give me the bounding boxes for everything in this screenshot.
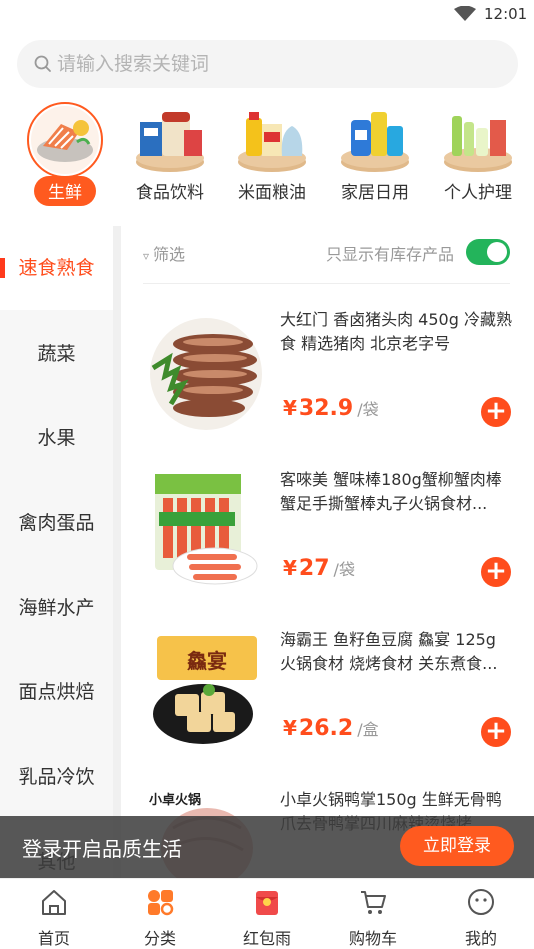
sidebar-item-label: 蔬菜 — [37, 343, 76, 365]
product-title: 大红门 香卤猪头肉 450g 冷藏熟食 精选猪肉 北京老字号 — [280, 310, 512, 353]
sidebar-item-label: 速食熟食 — [18, 257, 95, 279]
in-stock-toggle[interactable] — [466, 239, 510, 265]
salmon-icon — [27, 102, 103, 178]
add-to-cart-button[interactable]: + — [481, 397, 511, 427]
tab-home[interactable]: 首页 — [14, 887, 94, 949]
product-image — [143, 468, 269, 594]
product-title: 客唻美 蟹味棒180g蟹柳蟹肉棒蟹足手撕蟹棒丸子火锅食材... — [280, 470, 502, 513]
drinks-icon — [132, 102, 208, 178]
tab-label: 购物车 — [348, 929, 397, 948]
sidebar-item-label: 乳品冷饮 — [18, 766, 95, 788]
product-image: 鱻宴 — [143, 628, 269, 754]
currency-symbol: ¥ — [283, 556, 297, 580]
search-input[interactable] — [57, 40, 497, 88]
wifi-icon — [454, 6, 476, 21]
sidebar-divider — [113, 226, 121, 878]
product-price: ¥32.9/袋 — [283, 396, 379, 421]
login-banner-text: 登录开启品质生活 — [22, 837, 182, 861]
price-value: 32.9 — [298, 396, 354, 421]
red-envelope-icon — [256, 891, 278, 915]
category-personal-care[interactable]: 个人护理 — [428, 102, 528, 203]
app-screen: 12:01 生鲜 — [0, 0, 534, 949]
sidebar-item-label: 海鲜水产 — [18, 597, 95, 619]
product-title: 海霸王 鱼籽鱼豆腐 鱻宴 125g 火锅食材 烧烤食材 关东煮食... — [280, 630, 498, 673]
divider — [143, 283, 510, 284]
personal-care-icon — [440, 102, 516, 178]
status-bar: 12:01 — [0, 0, 534, 30]
product-card[interactable]: 大红门 香卤猪头肉 450g 冷藏熟食 精选猪肉 北京老字号 ¥32.9/袋 + — [143, 308, 515, 468]
tab-cart[interactable]: 购物车 — [333, 887, 413, 949]
product-price: ¥27/袋 — [283, 556, 355, 581]
profile-icon — [468, 889, 494, 915]
tab-category[interactable]: 分类 — [120, 887, 200, 949]
sidebar-item-fruit[interactable]: 水果 — [0, 396, 113, 480]
funnel-icon: ▿ — [143, 249, 150, 263]
grain-oil-icon — [234, 102, 310, 178]
price-value: 26.2 — [298, 716, 354, 741]
add-to-cart-button[interactable]: + — [481, 557, 511, 587]
category-grain-oil[interactable]: 米面粮油 — [222, 102, 322, 203]
toggle-knob — [487, 242, 507, 262]
currency-symbol: ¥ — [283, 396, 297, 420]
price-unit: /盒 — [357, 720, 379, 739]
category-label: 生鲜 — [34, 176, 96, 206]
seafood-brand-text: 鱻宴 — [187, 649, 227, 673]
price-unit: /袋 — [333, 560, 355, 579]
category-food-drinks[interactable]: 食品饮料 — [120, 102, 220, 203]
household-icon — [337, 102, 413, 178]
login-button[interactable]: 立即登录 — [400, 826, 514, 866]
category-label: 家居日用 — [341, 183, 409, 203]
login-banner: 登录开启品质生活 立即登录 — [0, 816, 534, 878]
sidebar-item-dairy[interactable]: 乳品冷饮 — [0, 735, 113, 819]
duck-brand-text: 小卓火锅 — [149, 792, 201, 808]
sidebar-item-label: 面点烘焙 — [18, 681, 95, 703]
filter-button[interactable]: ▿ 筛选 — [143, 241, 185, 265]
sidebar-item-vegetables[interactable]: 蔬菜 — [0, 312, 113, 396]
in-stock-label: 只显示有库存产品 — [326, 245, 455, 264]
sidebar-item-poultry-eggs[interactable]: 禽肉蛋品 — [0, 481, 113, 565]
search-icon — [34, 55, 51, 72]
active-indicator — [0, 258, 5, 278]
category-label: 个人护理 — [444, 183, 512, 203]
tab-label: 红包雨 — [242, 929, 291, 948]
sidebar-item-instant-food[interactable]: 速食熟食 — [0, 226, 113, 310]
sidebar-item-label: 禽肉蛋品 — [18, 512, 95, 534]
sidebar-item-bakery[interactable]: 面点烘焙 — [0, 650, 113, 734]
category-label: 食品饮料 — [136, 183, 204, 203]
bottom-tab-bar: 首页 分类 红包雨 购物车 我的 — [0, 878, 534, 949]
sidebar-item-label: 水果 — [37, 427, 76, 449]
tab-label: 首页 — [37, 929, 70, 948]
status-time: 12:01 — [484, 5, 528, 23]
cart-icon — [361, 891, 386, 914]
product-card[interactable]: 客唻美 蟹味棒180g蟹柳蟹肉棒蟹足手撕蟹棒丸子火锅食材... ¥27/袋 + — [143, 468, 515, 628]
tab-red-envelope[interactable]: 红包雨 — [227, 887, 307, 949]
product-card[interactable]: 鱻宴 海霸王 鱼籽鱼豆腐 鱻宴 125g 火锅食材 烧烤食材 关东煮食... ¥… — [143, 628, 515, 788]
search-bar[interactable] — [17, 40, 518, 88]
category-sidebar: 速食熟食 蔬菜 水果 禽肉蛋品 海鲜水产 面点烘焙 乳品冷饮 其他 — [0, 226, 113, 878]
tab-label: 我的 — [464, 929, 497, 948]
price-value: 27 — [298, 556, 330, 581]
tab-profile[interactable]: 我的 — [441, 887, 521, 949]
add-to-cart-button[interactable]: + — [481, 717, 511, 747]
category-household[interactable]: 家居日用 — [325, 102, 425, 203]
product-image — [143, 308, 269, 434]
sidebar-item-seafood[interactable]: 海鲜水产 — [0, 566, 113, 650]
product-price: ¥26.2/盒 — [283, 716, 379, 741]
currency-symbol: ¥ — [283, 716, 297, 740]
category-icon — [148, 890, 174, 916]
price-unit: /袋 — [357, 400, 379, 419]
home-icon — [42, 890, 66, 915]
tab-label: 分类 — [143, 929, 176, 948]
category-fresh[interactable]: 生鲜 — [15, 102, 115, 206]
filter-label: 筛选 — [153, 245, 186, 264]
category-label: 米面粮油 — [238, 183, 306, 203]
